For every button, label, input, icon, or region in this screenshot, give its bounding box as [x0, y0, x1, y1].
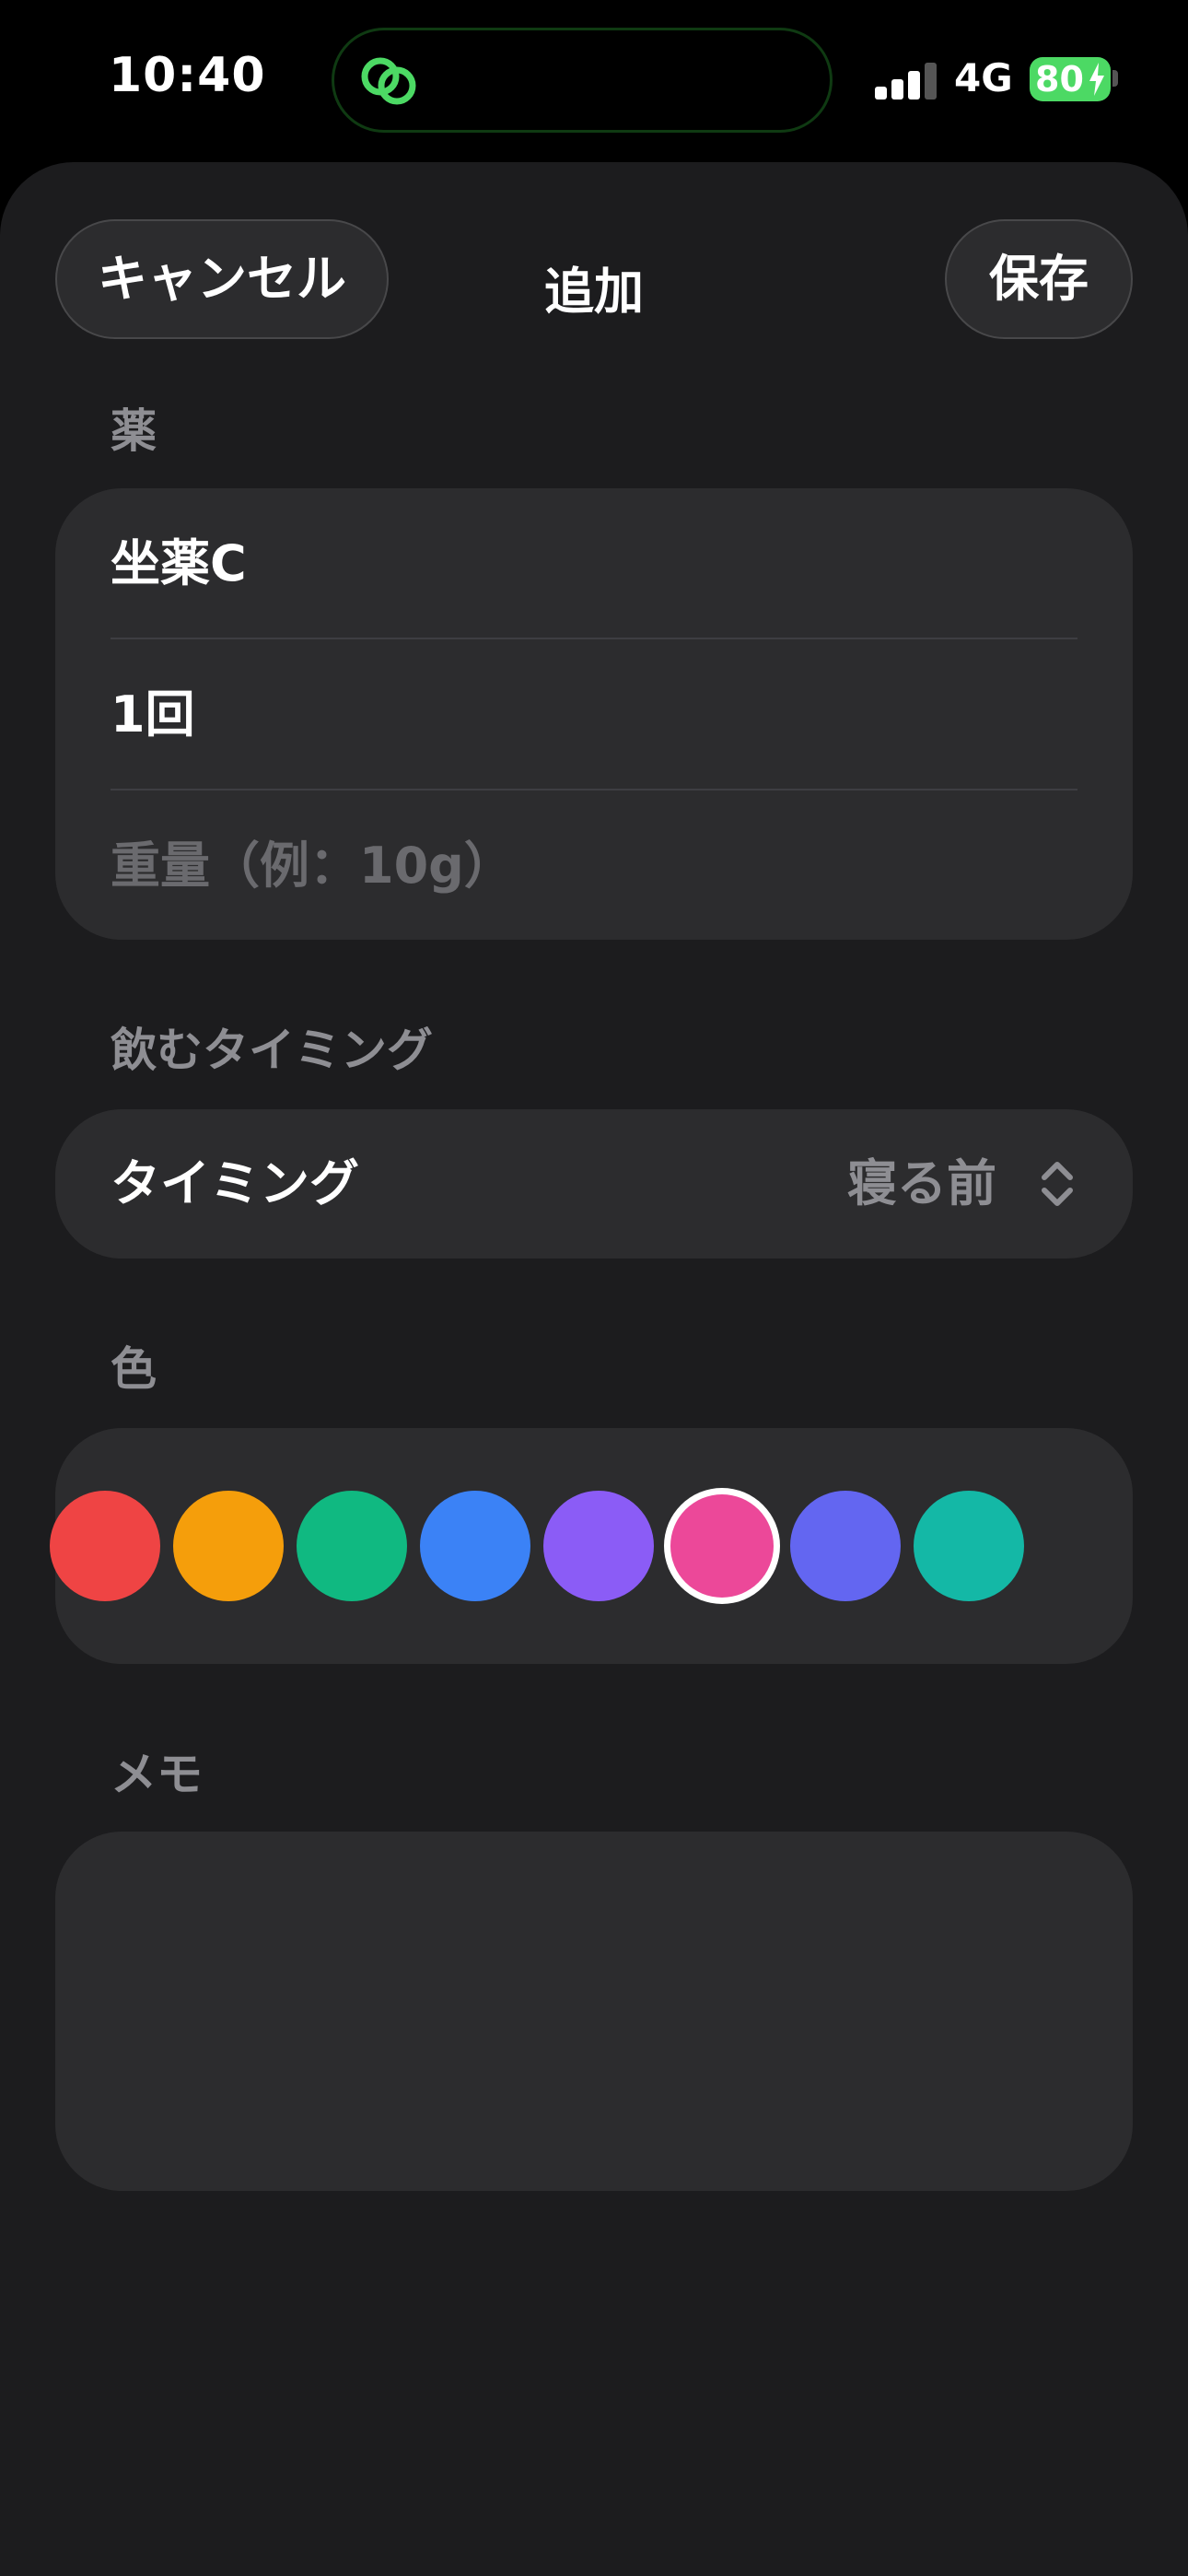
charging-bolt-icon	[1089, 63, 1104, 96]
memo-textarea[interactable]	[55, 1832, 1133, 2191]
cellular-signal-icon	[875, 61, 939, 100]
color-swatch[interactable]	[173, 1491, 284, 1601]
color-swatch[interactable]	[670, 1494, 774, 1598]
color-swatch[interactable]	[420, 1491, 530, 1601]
network-type: 4G	[954, 55, 1013, 100]
color-swatch[interactable]	[543, 1491, 654, 1601]
color-swatch[interactable]	[914, 1491, 1024, 1601]
color-swatch[interactable]	[297, 1491, 407, 1601]
timing-picker-row[interactable]: タイミング 寝る前	[55, 1109, 1133, 1259]
color-section-label: 色	[111, 1342, 157, 1396]
add-medicine-sheet: キャンセル 追加 保存 薬 坐薬C 1回 重量（例：10g） 飲むタイミング タ…	[0, 162, 1188, 2576]
chevron-up-down-icon	[1042, 1162, 1073, 1206]
status-bar: 10:40 4G 80	[0, 0, 1188, 157]
battery-percent: 80	[1035, 59, 1084, 100]
battery-nub	[1112, 70, 1118, 87]
medicine-name-field[interactable]: 坐薬C	[111, 488, 1077, 639]
weight-field[interactable]: 重量（例：10g）	[111, 790, 1077, 942]
color-picker-card	[50, 1428, 1133, 1664]
medicine-section-label: 薬	[111, 404, 157, 458]
dose-field[interactable]: 1回	[111, 639, 1077, 790]
timing-row-label: タイミング	[111, 1154, 359, 1212]
status-time: 10:40	[109, 48, 266, 103]
color-swatch[interactable]	[790, 1491, 901, 1601]
divider	[111, 789, 1077, 790]
color-swatch[interactable]	[50, 1491, 160, 1601]
link-rings-icon	[361, 57, 416, 105]
medicine-card: 坐薬C 1回 重量（例：10g）	[55, 488, 1133, 940]
memo-section-label: メモ	[111, 1748, 203, 1801]
dynamic-island[interactable]	[332, 28, 833, 133]
save-button[interactable]: 保存	[945, 219, 1133, 339]
timing-selected-value[interactable]: 寝る前	[847, 1109, 996, 1259]
battery-indicator: 80	[1030, 57, 1111, 101]
timing-section-label: 飲むタイミング	[111, 1024, 433, 1077]
